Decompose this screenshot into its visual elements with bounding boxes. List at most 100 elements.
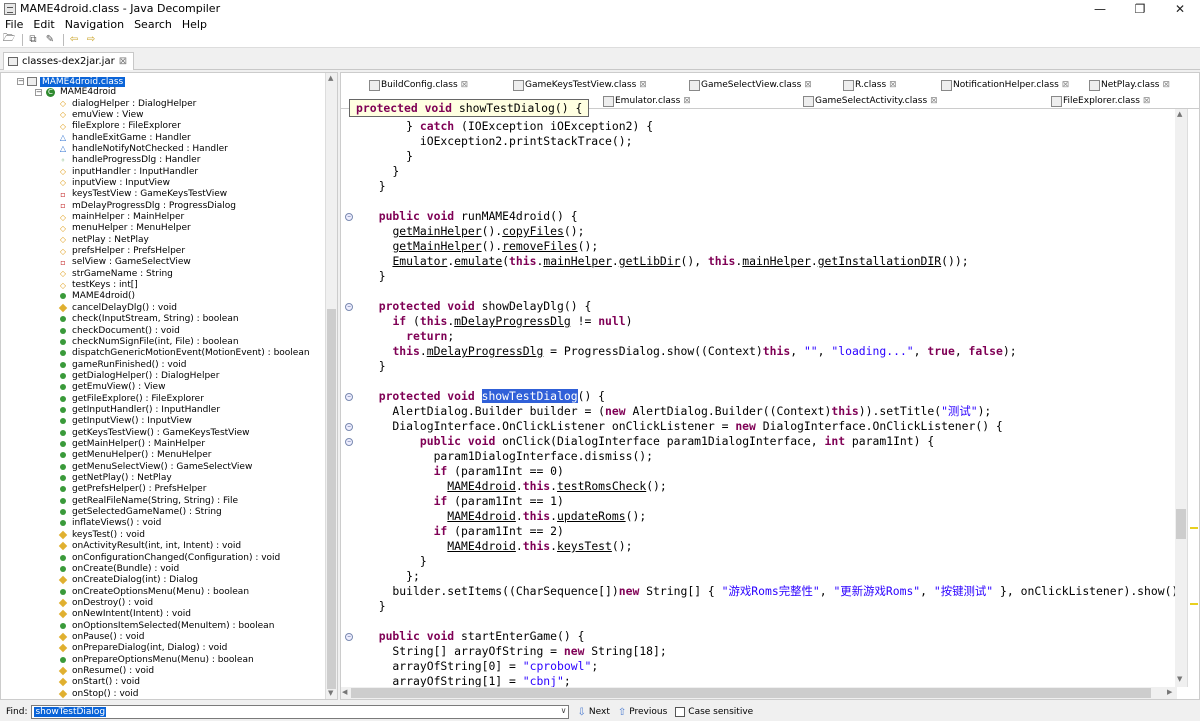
editor-tab-gameselectview[interactable]: GameSelectView.class ⊠	[689, 77, 812, 93]
tree-item[interactable]: getSelectedGameName() : String	[59, 507, 222, 518]
code-line[interactable]: public void runMAME4droid() {	[365, 209, 578, 224]
code-editor[interactable]: } catch (IOException iOException2) { iOE…	[341, 109, 1177, 687]
occurrence-marker[interactable]	[1190, 603, 1198, 605]
code-line[interactable]: }	[365, 269, 386, 284]
editor-tab-netplay[interactable]: NetPlay.class ⊠	[1089, 77, 1170, 93]
close-tab-icon[interactable]: ⊠	[1143, 96, 1151, 106]
restore-button[interactable]: ❐	[1120, 0, 1160, 17]
code-line[interactable]: MAME4droid.this.keysTest();	[365, 539, 632, 554]
tree-item[interactable]: onActivityResult(int, int, Intent) : voi…	[58, 541, 241, 552]
editor-tab-buildconfig[interactable]: BuildConfig.class ⊠	[369, 77, 468, 93]
code-line[interactable]: if (param1Int == 0)	[365, 464, 564, 479]
scroll-left-icon[interactable]: ◀	[342, 688, 347, 696]
menu-edit[interactable]: Edit	[28, 18, 59, 31]
tree-item[interactable]: ◇ dialogHelper : DialogHelper	[59, 98, 196, 109]
tree-item[interactable]: getMenuHelper() : MenuHelper	[59, 450, 212, 461]
tree-item[interactable]: onCreateDialog(int) : Dialog	[58, 575, 198, 586]
editor-tab-emulator[interactable]: Emulator.class ⊠	[603, 93, 691, 109]
collapse-icon[interactable]: −	[35, 88, 42, 96]
tree-scroll-thumb[interactable]	[327, 309, 336, 689]
tree-item[interactable]: getMenuSelectView() : GameSelectView	[59, 461, 252, 472]
code-line[interactable]: builder.setItems((CharSequence[])new Str…	[365, 584, 1177, 599]
editor-vertical-scrollbar[interactable]: ▲ ▼	[1175, 109, 1187, 687]
code-line[interactable]: iOException2.printStackTrace();	[365, 134, 633, 149]
tree-scrollbar[interactable]: ▲ ▼	[325, 73, 337, 699]
menu-help[interactable]: Help	[177, 18, 212, 31]
open-type-icon[interactable]: ⧉	[26, 33, 40, 46]
tree-item[interactable]: onStart() : void	[58, 677, 140, 688]
tree-item[interactable]: dispatchGenericMotionEvent(MotionEvent) …	[59, 348, 310, 359]
tab-jar-file[interactable]: classes-dex2jar.jar ⊠	[3, 52, 135, 70]
tree-item[interactable]: ◇ fileExplore : FileExplorer	[59, 121, 181, 132]
fold-toggle-icon[interactable]: −	[345, 303, 353, 311]
code-line[interactable]: protected void showTestDialog() {	[365, 389, 605, 404]
fold-toggle-icon[interactable]: −	[345, 393, 353, 401]
close-tab-icon[interactable]: ⊠	[119, 56, 127, 67]
tree-item[interactable]: getInputView() : InputView	[59, 416, 192, 427]
code-line[interactable]: }	[365, 164, 399, 179]
tree-item[interactable]: getNetPlay() : NetPlay	[59, 473, 172, 484]
scroll-right-icon[interactable]: ▶	[1167, 688, 1172, 696]
tree-item[interactable]: getRealFileName(String, String) : File	[59, 495, 238, 506]
scroll-up-icon[interactable]: ▲	[328, 74, 333, 82]
code-line[interactable]: } catch (IOException iOException2) {	[365, 119, 653, 134]
tree-item[interactable]: MAME4droid()	[59, 291, 135, 302]
code-line[interactable]: arrayOfString[0] = "cprobowl";	[365, 659, 598, 674]
tree-item[interactable]: onDestroy() : void	[58, 597, 153, 608]
code-line[interactable]: };	[365, 569, 420, 584]
code-line[interactable]: getMainHelper().removeFiles();	[365, 239, 598, 254]
menu-navigation[interactable]: Navigation	[60, 18, 129, 31]
tree-item[interactable]: getEmuView() : View	[59, 382, 165, 393]
fold-toggle-icon[interactable]: −	[345, 438, 353, 446]
code-line[interactable]: this.mDelayProgressDlg = ProgressDialog.…	[365, 344, 1016, 359]
tree-item[interactable]: onConfigurationChanged(Configuration) : …	[59, 552, 280, 563]
editor-hscroll-thumb[interactable]	[351, 688, 1151, 698]
tree-item[interactable]: getMainHelper() : MainHelper	[59, 439, 205, 450]
code-line[interactable]: String[] arrayOfString = new String[18];	[365, 644, 666, 659]
class-tree-panel[interactable]: − MAME4droid.class − C MAME4droid ◇ dialo…	[0, 72, 338, 700]
code-line[interactable]: param1DialogInterface.dismiss();	[365, 449, 653, 464]
overview-ruler[interactable]	[1187, 109, 1199, 687]
tree-item[interactable]: ◇ netPlay : NetPlay	[59, 234, 149, 245]
tree-item[interactable]: ◇ prefsHelper : PrefsHelper	[59, 246, 185, 257]
code-line[interactable]: }	[365, 554, 427, 569]
tree-item[interactable]: getPrefsHelper() : PrefsHelper	[59, 484, 206, 495]
find-previous-button[interactable]: ⇧ Previous	[618, 707, 667, 718]
tree-item[interactable]: onResume() : void	[58, 666, 154, 677]
code-line[interactable]: public void onClick(DialogInterface para…	[365, 434, 934, 449]
code-line[interactable]: if (param1Int == 1)	[365, 494, 564, 509]
code-line[interactable]: if (this.mDelayProgressDlg != null)	[365, 314, 632, 329]
close-tab-icon[interactable]: ⊠	[930, 96, 938, 106]
tree-item[interactable]: ◦ handleProgressDlg : Handler	[59, 155, 201, 166]
code-line[interactable]: }	[365, 179, 386, 194]
editor-tab-gameselectactivity[interactable]: GameSelectActivity.class ⊠	[803, 93, 938, 109]
tree-item[interactable]: onStop() : void	[58, 688, 139, 699]
editor-scroll-thumb[interactable]	[1176, 509, 1186, 539]
tree-item[interactable]: gameRunFinished() : void	[59, 359, 186, 370]
menu-file[interactable]: File	[0, 18, 28, 31]
scroll-down-icon[interactable]: ▼	[328, 689, 333, 697]
find-next-button[interactable]: ⇩ Next	[577, 707, 609, 718]
chevron-down-icon[interactable]: ∨	[561, 706, 567, 715]
tree-class-node[interactable]: − C MAME4droid	[35, 87, 116, 97]
tree-item[interactable]: cancelDelayDlg() : void	[58, 302, 177, 313]
close-tab-icon[interactable]: ⊠	[804, 80, 812, 90]
code-line[interactable]: AlertDialog.Builder builder = (new Alert…	[365, 404, 991, 419]
fold-toggle-icon[interactable]: −	[345, 213, 353, 221]
tree-item[interactable]: △ handleNotifyNotChecked : Handler	[59, 143, 228, 154]
code-line[interactable]: DialogInterface.OnClickListener onClickL…	[365, 419, 1002, 434]
tree-item[interactable]: onCreate(Bundle) : void	[59, 563, 179, 574]
fold-toggle-icon[interactable]: −	[345, 633, 353, 641]
editor-tab-r[interactable]: R.class ⊠	[843, 77, 897, 93]
case-sensitive-checkbox[interactable]	[675, 707, 686, 717]
scroll-down-icon[interactable]: ▼	[1177, 675, 1182, 683]
code-line[interactable]: public void startEnterGame() {	[365, 629, 585, 644]
code-line[interactable]: }	[365, 149, 413, 164]
collapse-icon[interactable]: −	[17, 78, 24, 85]
close-button[interactable]: ✕	[1160, 0, 1200, 17]
editor-tab-fileexplorer[interactable]: FileExplorer.class ⊠	[1051, 93, 1150, 109]
tree-item[interactable]: ▫ keysTestView : GameKeysTestView	[59, 189, 227, 200]
close-tab-icon[interactable]: ⊠	[639, 80, 647, 90]
tree-item[interactable]: onCreateOptionsMenu(Menu) : boolean	[59, 586, 249, 597]
minimize-button[interactable]: —	[1080, 0, 1120, 17]
